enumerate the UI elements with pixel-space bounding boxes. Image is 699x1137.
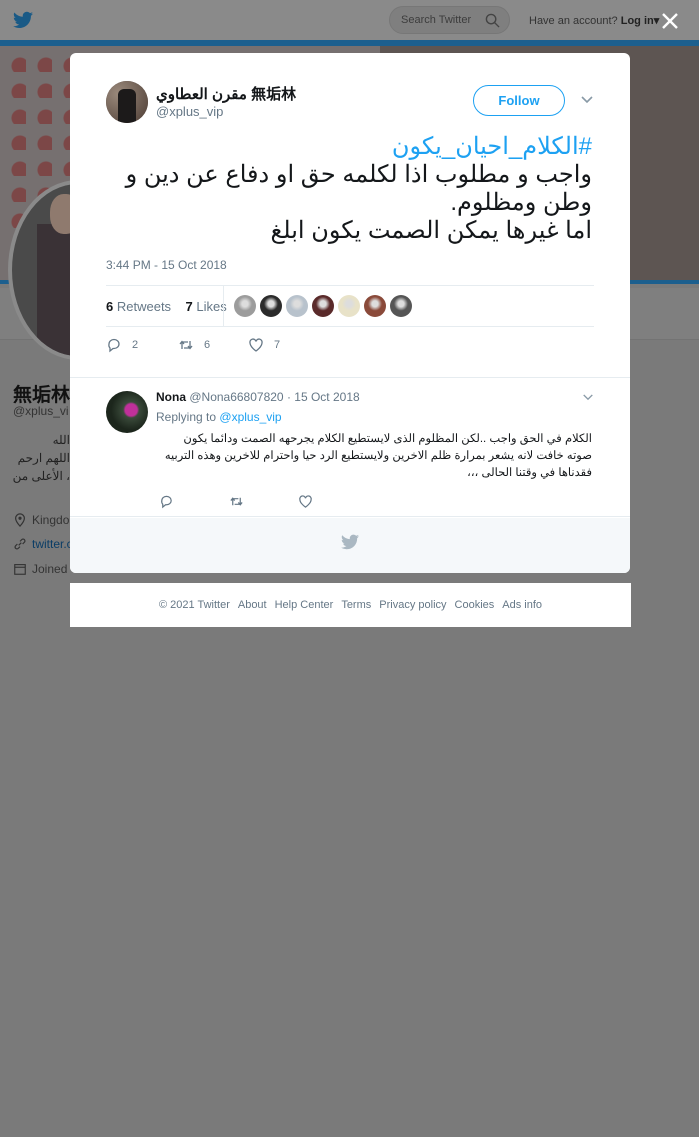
replies-divider [70,370,630,378]
stats-divider [223,286,224,327]
footer-link-help-center[interactable]: Help Center [275,599,334,611]
liker-avatar[interactable] [338,295,360,317]
profile-location: Kingdo [13,513,69,527]
login-prompt: Have an account? Log in▾ [529,14,659,27]
reply-text: الكلام في الحق واجب ..لكن المظلوم الذى ل… [164,433,592,479]
retweet-action[interactable]: 6 [178,337,210,353]
footer-link-terms[interactable]: Terms [341,599,371,611]
footer-link-privacy[interactable]: Privacy policy [379,599,446,611]
calendar-icon [14,564,26,575]
search-input[interactable]: Search Twitter [389,6,510,34]
follow-button[interactable]: Follow [473,85,565,116]
profile-bio: الله اللهم ارحم ، الأعلى من [13,431,70,485]
tweet-author-handle[interactable]: @xplus_vip [156,104,223,119]
profile-joined: Joined [13,562,67,576]
search-icon[interactable] [485,13,500,28]
profile-link[interactable]: twitter.c [13,537,73,551]
retweets-label: Retweets [116,299,172,314]
tweet-stats: 6 Retweets 7 Likes [106,285,594,327]
location-pin-icon [15,513,25,527]
tweet-modal: مقرن العطاوي 無垢林 @xplus_vip Follow #الكل… [70,53,630,573]
liker-avatar[interactable] [364,295,386,317]
reply-author-handle[interactable]: @Nona66807820 [189,390,283,404]
liker-avatar[interactable] [312,295,334,317]
reply-author-avatar[interactable] [106,391,148,433]
retweet-icon[interactable] [229,494,244,509]
modal-footer [70,518,630,573]
retweets-stat[interactable]: 6 Retweets [106,299,171,314]
reply-icon [108,338,120,353]
footer-link-cookies[interactable]: Cookies [455,599,495,611]
login-link[interactable]: Log in [621,15,654,27]
tweet-author-name[interactable]: مقرن العطاوي 無垢林 [156,83,296,104]
like-action[interactable]: 7 [248,337,280,353]
page-footer: © 2021 Twitter About Help Center Terms P… [70,583,631,627]
tweet-text: #الكلام_احيان_يكون واجب و مطلوب اذا لكلم… [100,133,592,245]
liker-avatar[interactable] [234,295,256,317]
have-account-text: Have an account? [529,15,618,27]
liker-avatar[interactable] [286,295,308,317]
liker-avatar[interactable] [260,295,282,317]
reply-action[interactable]: 2 [106,337,138,353]
close-icon[interactable] [660,11,680,31]
reply-count: 2 [132,339,139,351]
heart-icon[interactable] [298,494,313,509]
profile-name: 無垢林 [13,385,71,406]
replying-prefix: Replying to [156,410,217,424]
reply-author-name[interactable]: Nona [156,390,186,404]
chevron-down-icon[interactable] [582,393,594,402]
tweet-body: واجب و مطلوب اذا لكلمه حق او دفاع عن دين… [125,161,592,244]
footer-link-about[interactable]: About [238,599,267,611]
bio-line: ، الأعلى من [13,469,70,483]
reply-actions [156,494,356,510]
joined-text: Joined [32,562,68,576]
liker-avatar[interactable] [390,295,412,317]
tweet-actions: 2 6 7 [106,337,406,357]
liker-avatars [234,295,412,317]
bio-line: اللهم ارحم [17,451,70,465]
hashtag-link[interactable]: #الكلام_احيان_يكون [100,133,592,161]
replying-to-link[interactable]: @xplus_vip [219,410,281,424]
top-navigation-bar: Search Twitter Have an account? Log in▾ [0,0,699,40]
location-text: Kingdo [32,513,70,527]
reply-icon[interactable] [159,494,174,509]
tweet-author-avatar[interactable] [106,81,148,123]
replying-to: Replying to @xplus_vip [156,410,282,424]
chevron-down-icon[interactable] [580,95,594,105]
likes-stat[interactable]: 7 Likes [186,299,227,314]
bio-line: الله [52,433,70,447]
footer-link-ads-info[interactable]: Ads info [502,599,542,611]
link-icon [14,538,26,550]
likes-count: 7 [185,299,193,314]
retweet-count: 6 [204,339,211,351]
reply-tweet[interactable]: Nona @Nona66807820 · 15 Oct 2018 Replyin… [70,379,630,517]
like-count: 7 [274,339,281,351]
stats-counts: 6 Retweets 7 Likes [106,299,227,314]
twitter-bird-icon[interactable] [13,11,33,29]
chevron-down-icon: ▾ [653,15,660,27]
heart-icon [249,338,263,352]
retweet-icon [179,340,193,350]
tweet-timestamp[interactable]: 3:44 PM - 15 Oct 2018 [106,258,227,272]
reply-date[interactable]: · 15 Oct 2018 [287,390,360,404]
reply-header: Nona @Nona66807820 · 15 Oct 2018 [156,390,360,404]
copyright: © 2021 Twitter [158,599,230,611]
search-placeholder: Search Twitter [401,14,472,26]
avatar-figure [118,89,136,123]
twitter-bird-icon [341,534,359,550]
profile-handle: @xplus_vi [13,404,69,418]
retweets-count: 6 [106,299,114,314]
link-text[interactable]: twitter.c [32,537,73,551]
